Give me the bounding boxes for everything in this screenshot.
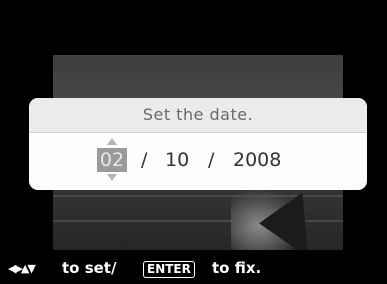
month-field[interactable]: 10 <box>165 148 189 172</box>
direction-keys-icon: ◀▶▲▼ <box>8 262 36 275</box>
day-field[interactable]: 02 <box>97 148 127 172</box>
camera-screen: Set the date. 02 / 10 / 2008 ◀▶▲▼ to set… <box>0 0 387 284</box>
help-set-text: to set/ <box>62 259 117 277</box>
arrow-down-icon[interactable] <box>107 174 117 181</box>
dialog-title: Set the date. <box>29 98 367 133</box>
enter-key-icon: ENTER <box>143 261 195 278</box>
help-fix-text: to fix. <box>212 259 262 277</box>
date-separator: / <box>141 149 148 171</box>
set-date-dialog: Set the date. 02 / 10 / 2008 <box>29 98 367 190</box>
help-bar: ◀▶▲▼ to set/ ENTER to fix. <box>0 253 387 284</box>
date-row: 02 / 10 / 2008 <box>29 133 367 190</box>
date-separator: / <box>208 149 215 171</box>
arrow-up-icon[interactable] <box>107 138 117 145</box>
year-field[interactable]: 2008 <box>233 148 281 172</box>
